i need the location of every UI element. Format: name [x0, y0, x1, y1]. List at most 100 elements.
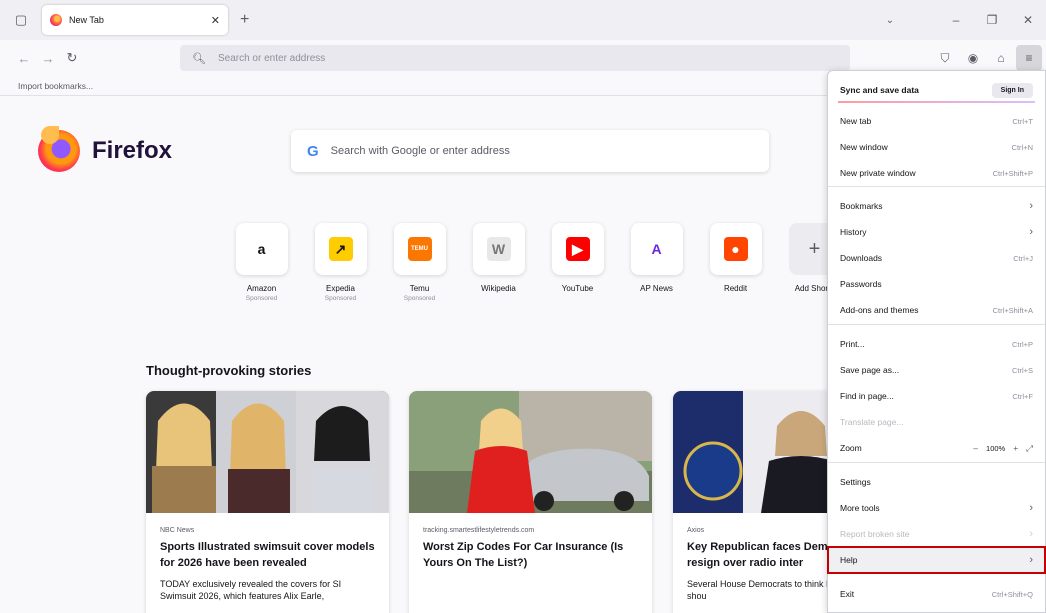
menu-item-label: Exit	[840, 589, 855, 599]
shortcut-expedia[interactable]: ↗ Expedia Sponsored	[301, 223, 380, 302]
chevron-right-icon: ›	[1029, 528, 1033, 540]
shortcut-reddit[interactable]: ● Reddit	[696, 223, 775, 302]
menu-item-zoom[interactable]: Zoom –100% + ⤢	[828, 435, 1045, 461]
hamburger-menu-icon[interactable]: ≡	[1016, 45, 1042, 71]
shortcut-tile[interactable]: ▶	[551, 223, 604, 275]
shortcut-amazon[interactable]: a Amazon Sponsored	[222, 223, 301, 302]
zoom-level[interactable]: 100%	[986, 444, 1005, 453]
menu-item-passwords[interactable]: Passwords	[828, 271, 1045, 297]
window-controls: ⌄ – ❐ ✕	[872, 0, 1046, 40]
import-bookmarks-link[interactable]: Import bookmarks...	[18, 81, 93, 91]
menu-item-find-in-page[interactable]: Find in page... Ctrl+F	[828, 383, 1045, 409]
sponsored-label: Sponsored	[324, 295, 357, 302]
menu-item-new-window[interactable]: New window Ctrl+N	[828, 134, 1045, 160]
story-card[interactable]: tracking.smartestlifestyletrends.com Wor…	[409, 391, 652, 613]
url-bar[interactable]: 🔍︎	[180, 45, 850, 71]
search-placeholder: Search with Google or enter address	[330, 145, 510, 157]
close-window-icon[interactable]: ✕	[1010, 13, 1046, 27]
shortcut-label: Wikipedia	[481, 284, 516, 293]
shortcut-tile[interactable]: a	[235, 223, 288, 275]
shortcut-tile[interactable]: W	[472, 223, 525, 275]
app-menu-panel: Sync and save data Sign In New tab Ctrl+T…	[827, 70, 1046, 613]
sponsored-label: Sponsored	[245, 295, 278, 302]
story-image	[146, 391, 389, 513]
menu-item-label: More tools	[840, 503, 880, 513]
shortcut-temu[interactable]: TEMU Temu Sponsored	[380, 223, 459, 302]
sponsored-label: Sponsored	[403, 295, 436, 302]
tab-overview-icon[interactable]: ▢	[6, 5, 36, 35]
brand-name: Firefox	[92, 137, 173, 164]
zoom-controls: –100% + ⤢	[965, 443, 1033, 454]
menu-item-shortcut: Ctrl+Shift+A	[992, 305, 1033, 315]
menu-separator	[828, 462, 1045, 463]
back-arrow-icon[interactable]: ←	[12, 51, 36, 66]
chevron-right-icon: ›	[1029, 200, 1033, 212]
shortcut-ap-news[interactable]: A AP News	[617, 223, 696, 302]
story-image	[409, 391, 652, 513]
menu-item-label: New private window	[840, 168, 916, 178]
shortcut-youtube[interactable]: ▶ YouTube	[538, 223, 617, 302]
menu-item-downloads[interactable]: Downloads Ctrl+J	[828, 245, 1045, 271]
menu-item-new-tab[interactable]: New tab Ctrl+T	[828, 108, 1045, 134]
story-source: NBC News	[160, 527, 195, 534]
menu-separator	[828, 186, 1045, 187]
menu-item-history[interactable]: History ›	[828, 219, 1045, 245]
menu-separator	[828, 324, 1045, 325]
shortcut-tile[interactable]: ↗	[314, 223, 367, 275]
menu-item-new-private-window[interactable]: New private window Ctrl+Shift+P	[828, 160, 1045, 186]
extensions-puzzle-icon[interactable]: ⌂	[988, 45, 1014, 71]
menu-item-shortcut: Ctrl+P	[1011, 339, 1033, 349]
shortcut-tile[interactable]: ●	[709, 223, 762, 275]
zoom-in-button[interactable]: +	[1013, 443, 1018, 453]
top-sites: a Amazon Sponsored ↗ Expedia Sponsored TEMU Tem…	[222, 223, 854, 302]
menu-item-label: Zoom	[840, 443, 862, 453]
sign-in-button[interactable]: Sign In	[991, 82, 1033, 98]
menu-item-more-tools[interactable]: More tools ›	[828, 495, 1045, 521]
account-icon[interactable]: ◉	[960, 45, 986, 71]
menu-item-label: New tab	[840, 116, 872, 126]
zoom-out-button[interactable]: –	[973, 443, 978, 453]
story-headline: Worst Zip Codes For Car Insurance (Is Yo…	[423, 541, 624, 569]
shortcut-wikipedia[interactable]: W Wikipedia	[459, 223, 538, 302]
menu-item-shortcut: Ctrl+S	[1011, 365, 1033, 375]
address-input[interactable]	[217, 52, 718, 64]
google-g-icon: G	[307, 142, 319, 160]
story-card[interactable]: NBC News Sports Illustrated swimsuit cov…	[146, 391, 389, 613]
stories-heading: Thought-provoking stories	[146, 363, 312, 378]
menu-item-exit[interactable]: Exit Ctrl+Shift+Q	[828, 581, 1045, 607]
shortcut-tile[interactable]: TEMU	[393, 223, 446, 275]
forward-arrow-icon[interactable]: →	[36, 51, 60, 66]
menu-item-save-page-as[interactable]: Save page as... Ctrl+S	[828, 357, 1045, 383]
menu-item-label: Downloads	[840, 253, 883, 263]
restore-icon[interactable]: ❐	[974, 13, 1010, 27]
menu-item-label: Save page as...	[840, 365, 900, 375]
toolbar-buttons: ⛉ ◉ ⌂ ≡	[930, 45, 1042, 71]
reload-icon[interactable]: ↻	[60, 50, 84, 66]
shortcut-label: Amazon	[246, 284, 277, 293]
fullscreen-icon[interactable]: ⤢	[1026, 443, 1033, 454]
menu-item-help[interactable]: Help ›	[827, 546, 1046, 574]
google-search-box[interactable]: G Search with Google or enter address	[291, 130, 769, 172]
menu-item-shortcut: Ctrl+T	[1012, 116, 1033, 126]
sync-row: Sync and save data Sign In	[828, 77, 1045, 103]
menu-item-bookmarks[interactable]: Bookmarks ›	[828, 193, 1045, 219]
menu-item-label: Bookmarks	[840, 201, 883, 211]
shortcut-tile[interactable]: A	[630, 223, 683, 275]
close-tab-icon[interactable]: ✕	[211, 14, 220, 27]
tab-new-tab[interactable]: New Tab ✕	[42, 5, 228, 35]
new-tab-plus-icon[interactable]: +	[240, 11, 249, 29]
tab-title: New Tab	[69, 15, 104, 25]
menu-item-shortcut: Ctrl+J	[1013, 253, 1033, 263]
ap-news-icon: A	[644, 237, 669, 261]
pocket-shield-icon[interactable]: ⛉	[932, 45, 958, 71]
menu-item-print[interactable]: Print... Ctrl+P	[828, 331, 1045, 357]
shortcut-label: Reddit	[723, 284, 748, 293]
list-all-tabs-chevron-icon[interactable]: ⌄	[872, 15, 908, 26]
menu-item-label: Passwords	[840, 279, 882, 289]
shortcut-label: AP News	[640, 284, 673, 293]
menu-item-settings[interactable]: Settings	[828, 469, 1045, 495]
menu-item-label: Add-ons and themes	[840, 305, 919, 315]
menu-item-shortcut: Ctrl+N	[1011, 142, 1033, 152]
minimize-icon[interactable]: –	[938, 13, 974, 27]
menu-item-add-ons-and-themes[interactable]: Add-ons and themes Ctrl+Shift+A	[828, 297, 1045, 323]
